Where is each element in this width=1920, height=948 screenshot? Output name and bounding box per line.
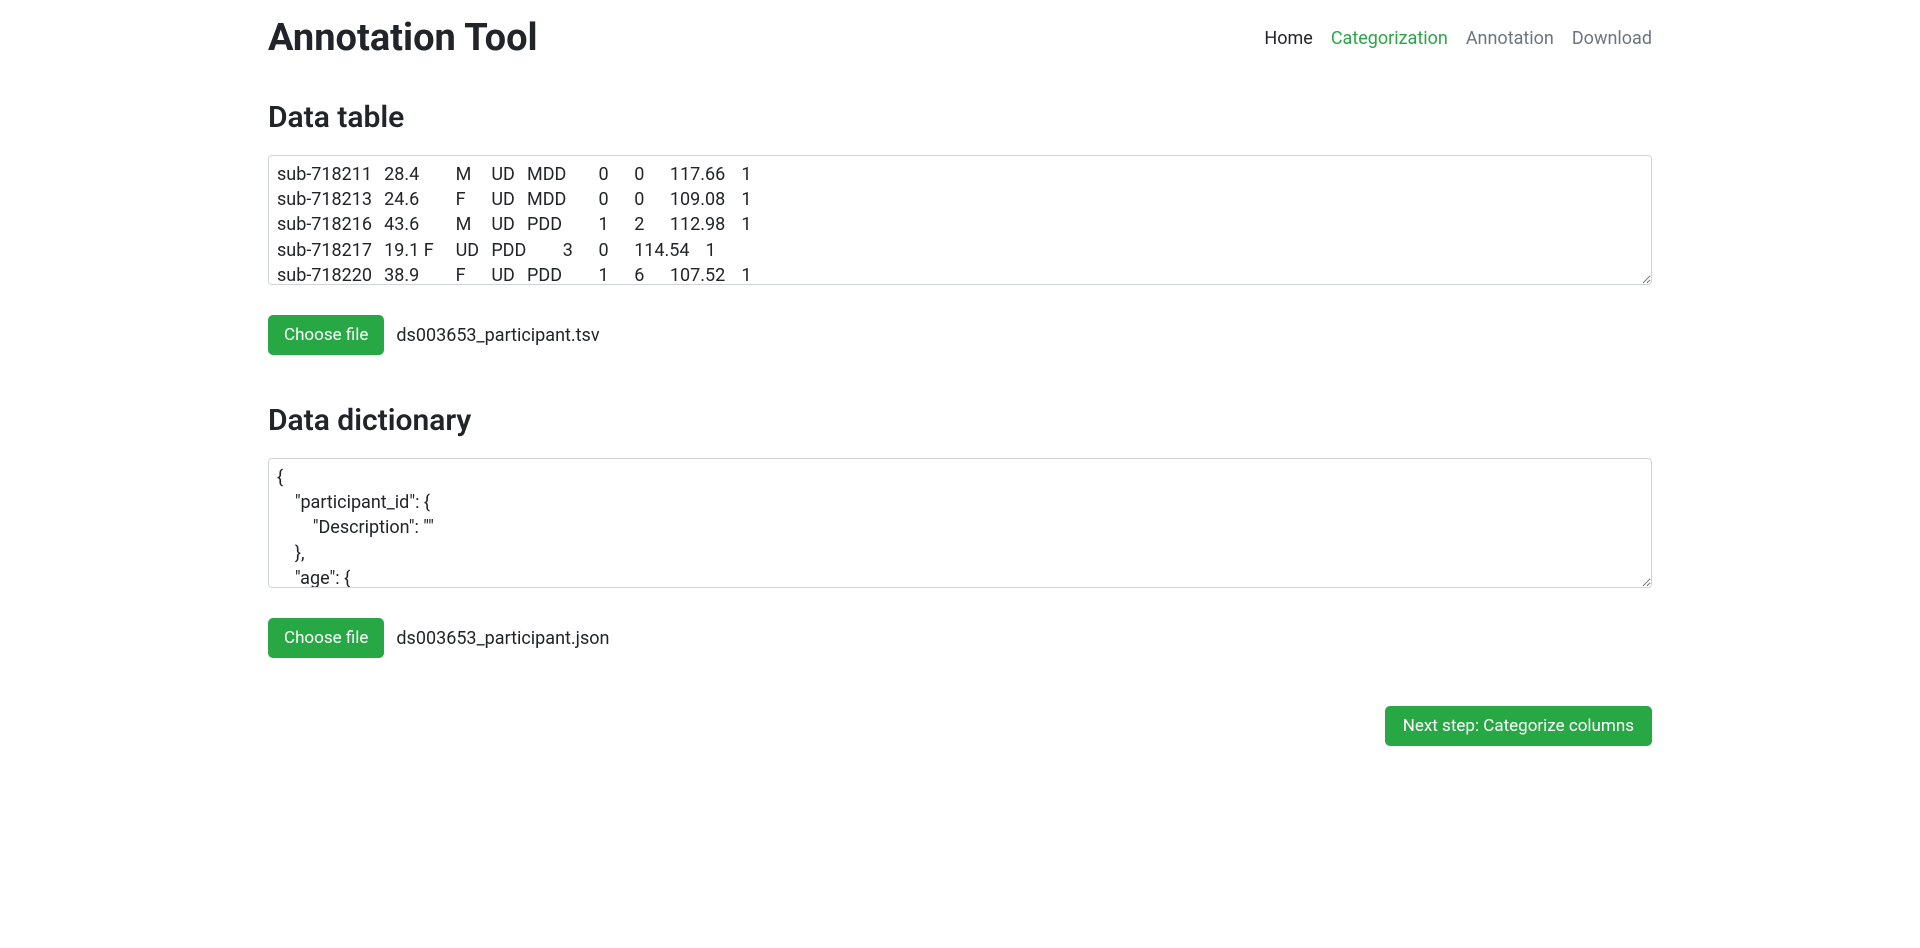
data-table-choose-file-button[interactable]: Choose file bbox=[268, 315, 384, 355]
data-dictionary-file-row: Choose file ds003653_participant.json bbox=[268, 618, 1652, 658]
data-dictionary-title: Data dictionary bbox=[268, 403, 1652, 438]
data-dictionary-section: Data dictionary Choose file ds003653_par… bbox=[268, 403, 1652, 658]
header: Annotation Tool Home Categorization Anno… bbox=[268, 16, 1652, 60]
data-dictionary-textarea[interactable] bbox=[268, 458, 1652, 588]
data-table-file-name: ds003653_participant.tsv bbox=[396, 325, 599, 346]
next-step-button[interactable]: Next step: Categorize columns bbox=[1385, 706, 1652, 746]
nav: Home Categorization Annotation Download bbox=[1264, 28, 1652, 49]
nav-annotation[interactable]: Annotation bbox=[1466, 28, 1554, 49]
data-dictionary-choose-file-button[interactable]: Choose file bbox=[268, 618, 384, 658]
nav-download[interactable]: Download bbox=[1572, 28, 1652, 49]
footer-actions: Next step: Categorize columns bbox=[268, 706, 1652, 746]
data-table-textarea[interactable] bbox=[268, 155, 1652, 285]
data-dictionary-file-name: ds003653_participant.json bbox=[396, 628, 609, 649]
nav-categorization[interactable]: Categorization bbox=[1331, 28, 1448, 49]
data-table-title: Data table bbox=[268, 100, 1652, 135]
data-table-section: Data table Choose file ds003653_particip… bbox=[268, 100, 1652, 355]
app-title: Annotation Tool bbox=[268, 16, 538, 60]
data-table-file-row: Choose file ds003653_participant.tsv bbox=[268, 315, 1652, 355]
nav-home[interactable]: Home bbox=[1264, 28, 1312, 49]
